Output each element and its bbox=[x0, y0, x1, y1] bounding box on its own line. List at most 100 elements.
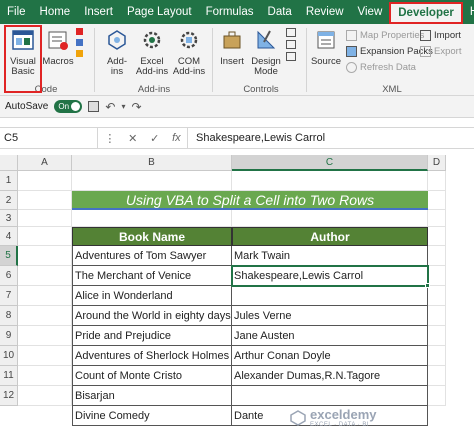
tab-home[interactable]: Home bbox=[33, 0, 78, 24]
book-name-cell[interactable]: Bisarjan bbox=[72, 386, 232, 406]
excel-addins-button[interactable]: Excel Add-ins bbox=[134, 28, 170, 77]
map-properties-button[interactable]: Map Properties bbox=[346, 30, 424, 41]
column-header-a[interactable]: A bbox=[18, 155, 72, 171]
row-header[interactable]: 8 bbox=[0, 306, 18, 326]
book-name-cell[interactable]: Adventures of Sherlock Holmes bbox=[72, 346, 232, 366]
cell[interactable] bbox=[232, 210, 428, 227]
addins-button[interactable]: Add- ins bbox=[100, 28, 134, 77]
row-header[interactable]: 9 bbox=[0, 326, 18, 346]
tab-data[interactable]: Data bbox=[261, 0, 299, 24]
autosave-toggle[interactable]: On bbox=[54, 100, 83, 113]
fill-handle[interactable] bbox=[425, 283, 430, 288]
author-cell[interactable]: Alexander Dumas,R.N.Tagore bbox=[232, 366, 428, 386]
cell[interactable] bbox=[18, 366, 72, 386]
author-cell[interactable]: Jane Austen bbox=[232, 326, 428, 346]
enter-icon[interactable]: ✓ bbox=[150, 132, 159, 145]
cell[interactable] bbox=[18, 386, 72, 406]
undo-icon[interactable]: ↶ bbox=[105, 100, 115, 114]
cell[interactable] bbox=[18, 227, 72, 246]
cell[interactable] bbox=[428, 210, 446, 227]
cell[interactable] bbox=[428, 246, 446, 266]
row-header[interactable]: 4 bbox=[0, 227, 18, 246]
cell[interactable] bbox=[428, 286, 446, 306]
macros-button[interactable]: Macros bbox=[42, 28, 74, 67]
cell[interactable] bbox=[18, 326, 72, 346]
cell[interactable] bbox=[18, 171, 72, 191]
book-name-cell[interactable]: Count of Monte Cristo bbox=[72, 366, 232, 386]
cell[interactable] bbox=[428, 346, 446, 366]
select-all-corner[interactable] bbox=[0, 155, 18, 171]
insert-control-button[interactable]: Insert bbox=[216, 28, 248, 67]
exceldemy-watermark: exceldemy EXCEL · DATA · BI bbox=[290, 407, 377, 428]
insert-control-label: Insert bbox=[220, 56, 244, 67]
row-header[interactable]: 1 bbox=[0, 171, 18, 191]
book-name-cell[interactable]: Divine Comedy bbox=[72, 406, 232, 426]
row-header[interactable]: 12 bbox=[0, 386, 18, 406]
row-header[interactable]: 10 bbox=[0, 346, 18, 366]
tab-formulas[interactable]: Formulas bbox=[199, 0, 261, 24]
formula-input[interactable]: Shakespeare,Lewis Carrol bbox=[188, 132, 325, 144]
cell[interactable] bbox=[18, 346, 72, 366]
import-label: Import bbox=[434, 30, 461, 41]
row-header[interactable]: 2 bbox=[0, 191, 18, 210]
author-cell[interactable] bbox=[232, 286, 428, 306]
import-button[interactable]: Import bbox=[420, 30, 461, 41]
tab-page-layout[interactable]: Page Layout bbox=[120, 0, 199, 24]
design-mode-button[interactable]: Design Mode bbox=[248, 28, 284, 77]
book-name-cell[interactable]: Alice in Wonderland bbox=[72, 286, 232, 306]
save-icon[interactable] bbox=[88, 101, 100, 112]
dropdown-icon[interactable]: ▾ bbox=[121, 102, 125, 111]
macros-icon bbox=[48, 31, 68, 50]
com-addins-button[interactable]: COM Add-ins bbox=[170, 28, 208, 77]
row-header[interactable]: 3 bbox=[0, 210, 18, 227]
row-header[interactable]: 11 bbox=[0, 366, 18, 386]
tab-insert[interactable]: Insert bbox=[77, 0, 120, 24]
author-cell[interactable]: Arthur Conan Doyle bbox=[232, 346, 428, 366]
book-name-cell[interactable]: Pride and Prejudice bbox=[72, 326, 232, 346]
author-cell[interactable]: Jules Verne bbox=[232, 306, 428, 326]
row-header[interactable]: 5 bbox=[0, 246, 18, 266]
cell[interactable] bbox=[72, 171, 232, 191]
cell[interactable] bbox=[18, 246, 72, 266]
cell[interactable] bbox=[428, 366, 446, 386]
tab-developer[interactable]: Developer bbox=[389, 2, 463, 24]
refresh-data-button[interactable]: Refresh Data bbox=[346, 62, 416, 73]
header-author: Author bbox=[232, 227, 428, 246]
tab-review[interactable]: Review bbox=[299, 0, 351, 24]
cell[interactable] bbox=[232, 171, 428, 191]
separator bbox=[212, 28, 213, 92]
cell[interactable] bbox=[428, 227, 446, 246]
cell[interactable] bbox=[428, 191, 446, 210]
row-header[interactable]: 6 bbox=[0, 266, 18, 286]
cell[interactable] bbox=[428, 171, 446, 191]
export-button[interactable]: Export bbox=[420, 46, 461, 57]
cell[interactable] bbox=[18, 210, 72, 227]
row-header[interactable]: 7 bbox=[0, 286, 18, 306]
cell[interactable] bbox=[428, 306, 446, 326]
column-header-b[interactable]: B bbox=[72, 155, 232, 171]
cell[interactable] bbox=[18, 266, 72, 286]
author-cell[interactable]: Mark Twain bbox=[232, 246, 428, 266]
cell[interactable] bbox=[18, 191, 72, 210]
cell[interactable] bbox=[72, 210, 232, 227]
cell[interactable] bbox=[428, 266, 446, 286]
book-name-cell[interactable]: Around the World in eighty days bbox=[72, 306, 232, 326]
cancel-icon[interactable]: ✕ bbox=[128, 132, 137, 145]
tab-help[interactable]: Help bbox=[463, 0, 474, 24]
selected-cell-c5[interactable]: Shakespeare,Lewis Carrol bbox=[231, 265, 429, 287]
column-header-d[interactable]: D bbox=[428, 155, 446, 171]
fx-icon[interactable]: fx bbox=[172, 132, 181, 144]
book-name-cell[interactable]: Adventures of Tom Sawyer bbox=[72, 246, 232, 266]
cell[interactable] bbox=[428, 326, 446, 346]
column-header-c[interactable]: C bbox=[232, 155, 428, 171]
name-box[interactable]: C5 bbox=[0, 128, 98, 148]
cell[interactable] bbox=[428, 386, 446, 406]
redo-icon[interactable]: ↷ bbox=[131, 100, 141, 114]
cell[interactable] bbox=[18, 306, 72, 326]
cell[interactable] bbox=[18, 286, 72, 306]
author-cell[interactable] bbox=[232, 386, 428, 406]
book-name-cell[interactable]: The Merchant of Venice bbox=[72, 266, 232, 286]
source-button[interactable]: Source bbox=[310, 28, 342, 67]
tab-view[interactable]: View bbox=[351, 0, 390, 24]
tab-file[interactable]: File bbox=[0, 0, 33, 24]
